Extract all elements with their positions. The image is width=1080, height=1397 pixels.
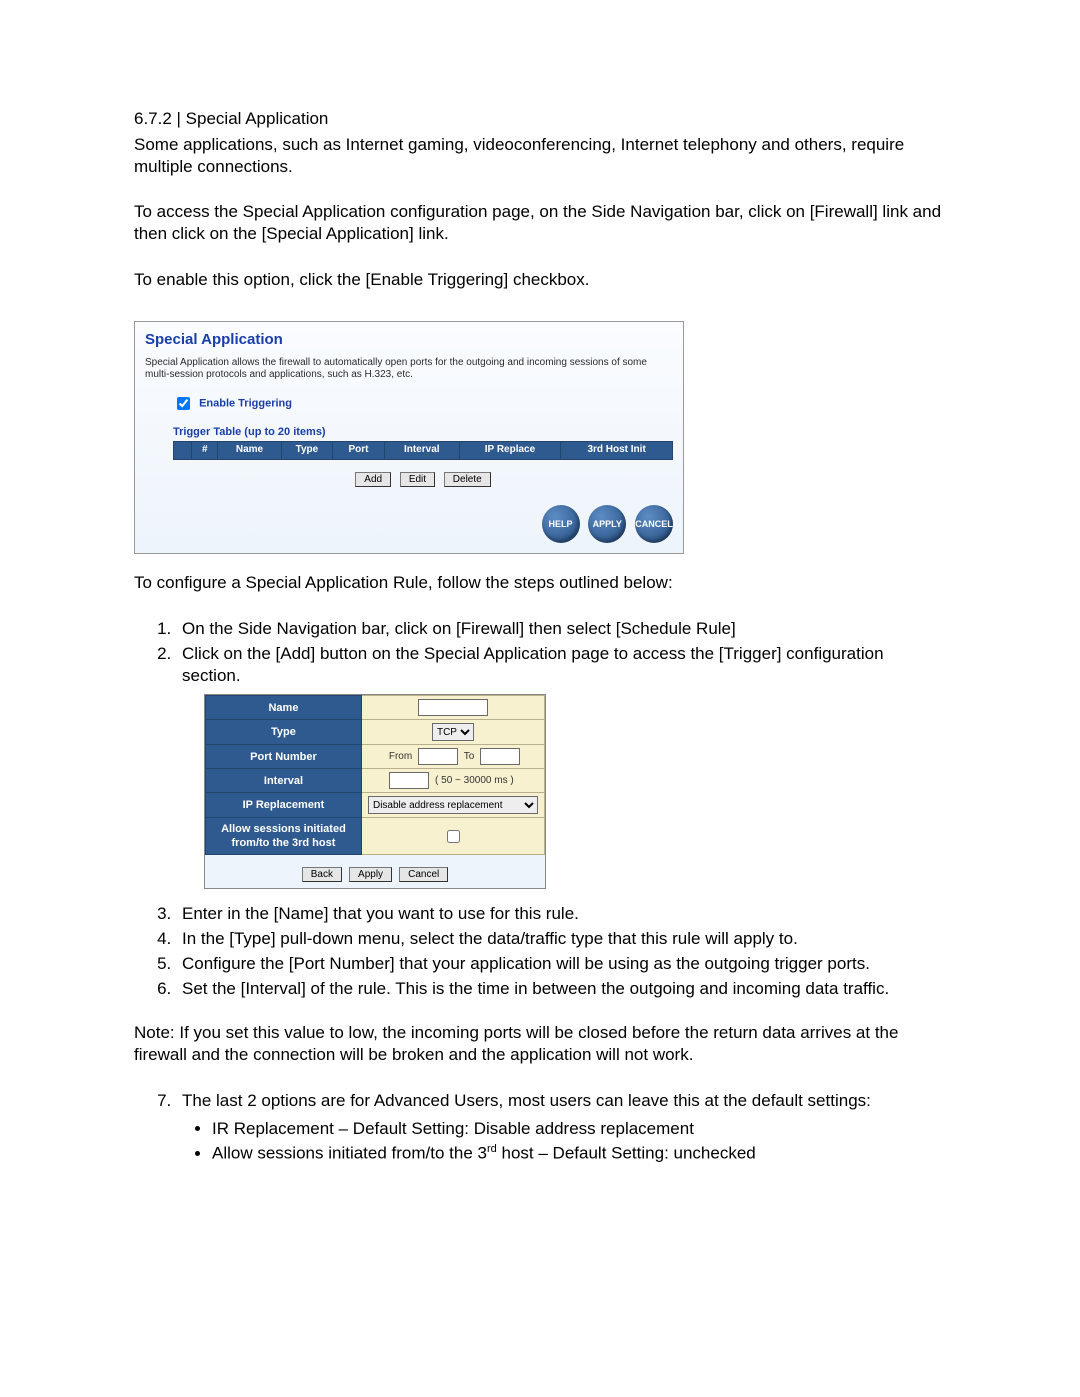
allow-3rd-checkbox[interactable] bbox=[447, 830, 460, 843]
edit-button[interactable]: Edit bbox=[400, 472, 435, 487]
enable-triggering-checkbox[interactable] bbox=[177, 397, 190, 410]
row-type-label: Type bbox=[206, 720, 362, 745]
step-3: Enter in the [Name] that you want to use… bbox=[176, 903, 946, 925]
col-name: Name bbox=[218, 441, 281, 459]
col-type: Type bbox=[281, 441, 333, 459]
trigger-table: # Name Type Port Interval IP Replace 3rd… bbox=[173, 441, 673, 460]
special-app-panel: Special Application Special Application … bbox=[134, 321, 684, 555]
type-select[interactable]: TCP bbox=[432, 723, 474, 741]
col-interval: Interval bbox=[384, 441, 459, 459]
form-back-button[interactable]: Back bbox=[302, 867, 342, 882]
port-to-input[interactable] bbox=[480, 748, 520, 765]
name-input[interactable] bbox=[418, 699, 488, 716]
add-button[interactable]: Add bbox=[355, 472, 391, 487]
intro-para-3: To enable this option, click the [Enable… bbox=[134, 269, 946, 291]
intro-para-1: Some applications, such as Internet gami… bbox=[134, 134, 946, 178]
row-allow3rd-label: Allow sessions initiated from/to the 3rd… bbox=[206, 818, 362, 855]
col-port: Port bbox=[333, 441, 385, 459]
intro-para-2: To access the Special Application config… bbox=[134, 201, 946, 245]
bullet-2: Allow sessions initiated from/to the 3rd… bbox=[212, 1142, 946, 1164]
iprep-select[interactable]: Disable address replacement bbox=[368, 796, 538, 814]
col-index: # bbox=[192, 441, 218, 459]
col-ipreplace: IP Replace bbox=[459, 441, 560, 459]
panel-title: Special Application bbox=[145, 330, 673, 349]
to-label: To bbox=[464, 751, 475, 762]
bullet-1: IR Replacement – Default Setting: Disabl… bbox=[212, 1118, 946, 1140]
step-4: In the [Type] pull-down menu, select the… bbox=[176, 928, 946, 950]
step-5: Configure the [Port Number] that your ap… bbox=[176, 953, 946, 975]
configure-intro: To configure a Special Application Rule,… bbox=[134, 572, 946, 594]
note-para: Note: If you set this value to low, the … bbox=[134, 1022, 946, 1066]
row-interval-label: Interval bbox=[206, 769, 362, 793]
row-port-label: Port Number bbox=[206, 745, 362, 769]
enable-triggering-label: Enable Triggering bbox=[199, 397, 292, 409]
section-heading: 6.7.2 | Special Application bbox=[134, 108, 946, 130]
step-1: On the Side Navigation bar, click on [Fi… bbox=[176, 618, 946, 640]
from-label: From bbox=[389, 751, 412, 762]
step-7: The last 2 options are for Advanced User… bbox=[176, 1090, 946, 1112]
step-6: Set the [Interval] of the rule. This is … bbox=[176, 978, 946, 1000]
row-iprep-label: IP Replacement bbox=[206, 793, 362, 818]
help-button[interactable]: HELP bbox=[542, 505, 580, 543]
form-apply-button[interactable]: Apply bbox=[349, 867, 392, 882]
interval-input[interactable] bbox=[389, 772, 429, 789]
form-cancel-button[interactable]: Cancel bbox=[399, 867, 448, 882]
step-2: Click on the [Add] button on the Special… bbox=[176, 643, 946, 687]
delete-button[interactable]: Delete bbox=[444, 472, 491, 487]
port-from-input[interactable] bbox=[418, 748, 458, 765]
col-3rdhost: 3rd Host Init bbox=[561, 441, 673, 459]
trigger-form-panel: Name Type TCP Port Number From To bbox=[204, 694, 546, 889]
apply-button[interactable]: APPLY bbox=[588, 505, 626, 543]
interval-hint: ( 50 ~ 30000 ms ) bbox=[435, 775, 514, 786]
row-name-label: Name bbox=[206, 696, 362, 720]
panel-description: Special Application allows the firewall … bbox=[145, 357, 673, 382]
cancel-button[interactable]: CANCEL bbox=[635, 505, 673, 543]
trigger-table-title: Trigger Table (up to 20 items) bbox=[173, 425, 673, 439]
